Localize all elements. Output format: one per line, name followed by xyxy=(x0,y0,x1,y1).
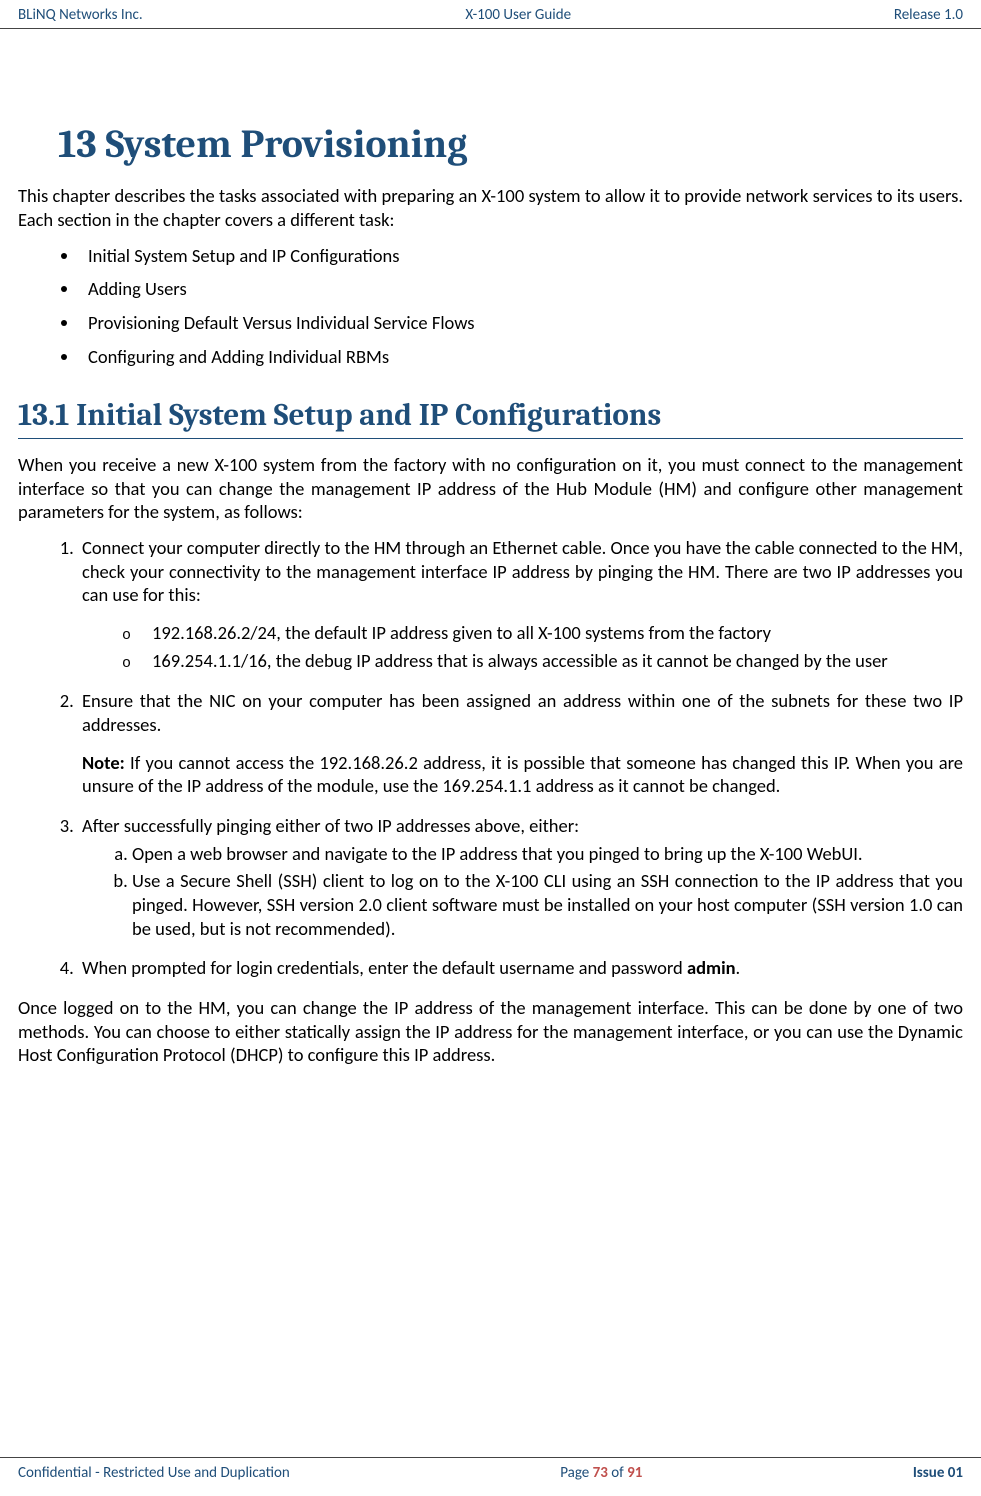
step-2: Ensure that the NIC on your computer has… xyxy=(78,689,963,798)
numbered-steps: Connect your computer directly to the HM… xyxy=(50,536,963,980)
step-text: Ensure that the NIC on your computer has… xyxy=(82,689,963,736)
chapter-intro: This chapter describes the tasks associa… xyxy=(18,184,963,231)
admin-credential: admin xyxy=(687,956,736,979)
list-item: Configuring and Adding Individual RBMs xyxy=(80,345,963,369)
list-item: Use a Secure Shell (SSH) client to log o… xyxy=(132,869,963,940)
list-item: Initial System Setup and IP Configuratio… xyxy=(80,244,963,268)
ip-sublist: o192.168.26.2/24, the default IP address… xyxy=(122,621,963,673)
list-item: Adding Users xyxy=(80,277,963,301)
page-content: 13 System Provisioning This chapter desc… xyxy=(0,29,981,1067)
page-footer: Confidential - Restricted Use and Duplic… xyxy=(0,1457,981,1482)
page-current: 73 xyxy=(593,1464,608,1482)
list-item: o192.168.26.2/24, the default IP address… xyxy=(122,621,963,645)
step-text-post: . xyxy=(736,956,741,979)
step-1: Connect your computer directly to the HM… xyxy=(78,536,963,673)
page-total: 91 xyxy=(627,1464,642,1482)
header-company: BLiNQ Networks Inc. xyxy=(18,6,143,24)
step-4: When prompted for login credentials, ent… xyxy=(78,956,963,980)
header-release: Release 1.0 xyxy=(894,6,963,24)
step-3: After successfully pinging either of two… xyxy=(78,814,963,940)
header-doc-title: X-100 User Guide xyxy=(465,6,571,24)
step-text: After successfully pinging either of two… xyxy=(82,814,579,837)
step-text: Connect your computer directly to the HM… xyxy=(82,536,963,606)
list-item: o169.254.1.1/16, the debug IP address th… xyxy=(122,649,963,673)
chapter-bullet-list: Initial System Setup and IP Configuratio… xyxy=(54,244,963,369)
footer-page-number: Page 73 of 91 xyxy=(560,1464,642,1482)
section-outro: Once logged on to the HM, you can change… xyxy=(18,996,963,1067)
page-header: BLiNQ Networks Inc. X-100 User Guide Rel… xyxy=(0,0,981,29)
section-intro: When you receive a new X-100 system from… xyxy=(18,453,963,524)
circle-marker-icon: o xyxy=(122,626,152,645)
sub-text: 169.254.1.1/16, the debug IP address tha… xyxy=(152,649,888,672)
page-label-mid: of xyxy=(608,1464,627,1482)
footer-confidential: Confidential - Restricted Use and Duplic… xyxy=(18,1464,290,1482)
chapter-title: 13 System Provisioning xyxy=(58,119,963,170)
step3-options: Open a web browser and navigate to the I… xyxy=(104,842,963,941)
footer-issue: Issue 01 xyxy=(913,1464,963,1482)
page-label-pre: Page xyxy=(560,1464,592,1482)
circle-marker-icon: o xyxy=(122,654,152,673)
note-paragraph: Note: If you cannot access the 192.168.2… xyxy=(82,751,963,798)
list-item: Open a web browser and navigate to the I… xyxy=(132,842,963,866)
step-text-pre: When prompted for login credentials, ent… xyxy=(82,956,687,979)
note-label: Note: xyxy=(82,751,125,774)
list-item: Provisioning Default Versus Individual S… xyxy=(80,311,963,335)
section-title: 13.1 Initial System Setup and IP Configu… xyxy=(18,396,963,439)
note-text: If you cannot access the 192.168.26.2 ad… xyxy=(82,751,963,798)
sub-text: 192.168.26.2/24, the default IP address … xyxy=(152,621,771,644)
